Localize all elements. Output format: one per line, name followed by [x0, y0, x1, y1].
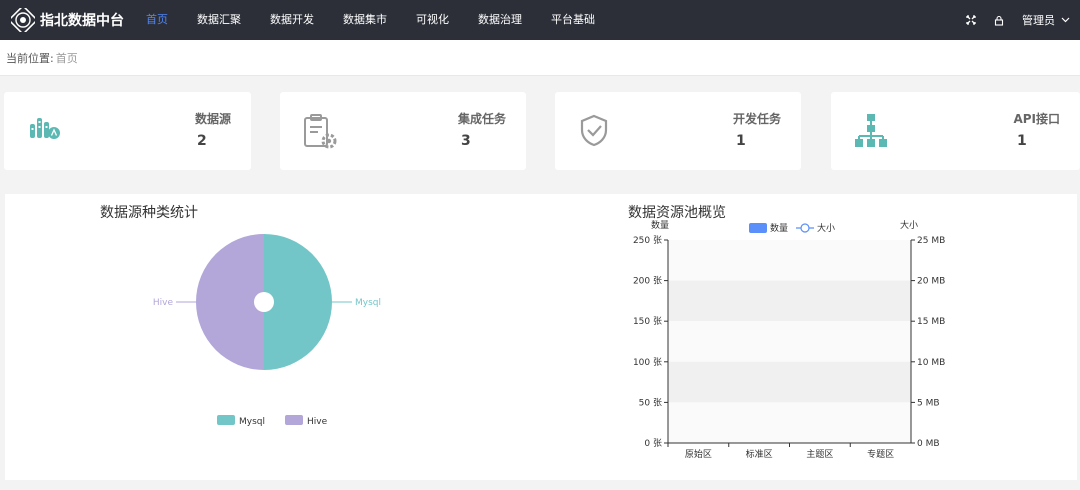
- pie-slice[interactable]: [264, 234, 332, 370]
- y-tick-label-left: 100 张: [633, 357, 662, 368]
- stat-label: 集成任务: [457, 112, 506, 126]
- shield-check-icon: [580, 114, 608, 147]
- y-tick-label-left: 150 张: [633, 316, 662, 327]
- grid-band: [668, 361, 911, 403]
- legend-swatch-dot: [800, 223, 810, 233]
- bar-chart: 0 张 0 MB 50 张 5 MB 100 张 10 MB 150 张 15 MB 200 张…: [633, 219, 945, 460]
- grid-band: [668, 240, 911, 281]
- lock-icon[interactable]: [992, 13, 1006, 27]
- legend-item[interactable]: Hive: [285, 415, 328, 427]
- breadcrumb-item-home[interactable]: 首页: [56, 50, 78, 66]
- stat-label: 开发任务: [732, 112, 781, 126]
- pie-slice[interactable]: [196, 234, 264, 370]
- legend-item[interactable]: Mysql: [217, 415, 265, 427]
- y-tick-label-right: 10 MB: [917, 358, 945, 368]
- logo-icon: [11, 8, 35, 32]
- legend-label: 数量: [770, 222, 788, 234]
- x-tick-label: 主题区: [806, 448, 833, 460]
- nav-item-visualization[interactable]: 可视化: [416, 0, 449, 40]
- stat-value: 3: [461, 133, 471, 149]
- y-tick-label-right: 15 MB: [917, 317, 945, 327]
- main-nav: 首页 数据汇聚 数据开发 数据集市 可视化 数据治理 平台基础: [146, 0, 624, 40]
- y-tick-label-right: 25 MB: [917, 236, 945, 246]
- y-axis-title-left: 数量: [651, 219, 669, 231]
- y-tick-label-right: 0 MB: [917, 439, 940, 449]
- legend-item[interactable]: 大小: [796, 222, 835, 234]
- legend-item[interactable]: 数量: [749, 222, 788, 234]
- clipboard-gear-icon: [304, 114, 337, 149]
- chevron-down-icon: [1061, 17, 1070, 23]
- stat-value: 1: [736, 133, 746, 149]
- nav-item-platform[interactable]: 平台基础: [551, 0, 595, 40]
- nav-item-data-aggregation[interactable]: 数据汇聚: [197, 0, 241, 40]
- grid-band: [668, 321, 911, 362]
- grid-band: [668, 402, 911, 443]
- nav-item-data-governance[interactable]: 数据治理: [478, 0, 522, 40]
- stat-value: 1: [1017, 133, 1027, 149]
- grid-band: [668, 280, 911, 322]
- y-axis-title-right: 大小: [900, 219, 918, 231]
- hierarchy-icon: [855, 114, 887, 147]
- y-tick-label-left: 250 张: [633, 235, 662, 246]
- legend-label: Hive: [307, 417, 328, 427]
- charts-panel: 数据源种类统计 数据资源池概览 Mysql Hive Mysql Hive 0 张0 …: [5, 194, 1077, 480]
- nav-item-data-development[interactable]: 数据开发: [270, 0, 314, 40]
- nav-item-data-mart[interactable]: 数据集市: [343, 0, 387, 40]
- legend-swatch: [217, 415, 235, 425]
- x-tick-label: 原始区: [685, 448, 712, 460]
- stat-card-integration-tasks[interactable]: 集成任务 3: [280, 92, 526, 170]
- breadcrumb: 当前位置: 首页: [0, 40, 1080, 76]
- y-tick-label-left: 50 张: [639, 397, 662, 408]
- y-tick-label-right: 5 MB: [917, 398, 940, 408]
- x-tick-label: 标准区: [746, 448, 773, 460]
- fullscreen-icon[interactable]: [964, 13, 978, 27]
- legend-label: Mysql: [239, 417, 265, 427]
- breadcrumb-label: 当前位置:: [6, 51, 54, 65]
- header-actions: 管理员: [964, 0, 1080, 40]
- y-tick-label-left: 200 张: [633, 276, 662, 287]
- stat-value: 2: [197, 133, 207, 149]
- y-tick-label-left: 0 张: [644, 438, 662, 449]
- user-name: 管理员: [1022, 14, 1055, 27]
- y-tick-label-right: 20 MB: [917, 277, 945, 287]
- stat-card-dev-tasks[interactable]: 开发任务 1: [555, 92, 801, 170]
- pie-chart: Mysql Hive Mysql Hive: [153, 234, 381, 427]
- legend-swatch: [285, 415, 303, 425]
- pie-label: Mysql: [355, 298, 381, 308]
- top-navbar: 指北数据中台 首页 数据汇聚 数据开发 数据集市 可视化 数据治理 平台基础 管…: [0, 0, 1080, 40]
- legend-swatch: [749, 223, 767, 233]
- datasource-icon: [30, 118, 60, 139]
- app-title: 指北数据中台: [40, 13, 124, 29]
- brand[interactable]: 指北数据中台: [11, 8, 141, 32]
- x-tick-label: 专题区: [867, 448, 894, 460]
- stat-card-api[interactable]: API接口 1: [831, 92, 1080, 170]
- nav-item-home[interactable]: 首页: [146, 0, 168, 40]
- stat-label: API接口: [1013, 112, 1060, 126]
- stat-card-datasource[interactable]: 数据源 2: [4, 92, 251, 170]
- pie-label: Hive: [153, 298, 174, 308]
- legend-label: 大小: [817, 222, 835, 234]
- user-menu[interactable]: 管理员: [1022, 12, 1070, 28]
- stat-label: 数据源: [194, 112, 231, 126]
